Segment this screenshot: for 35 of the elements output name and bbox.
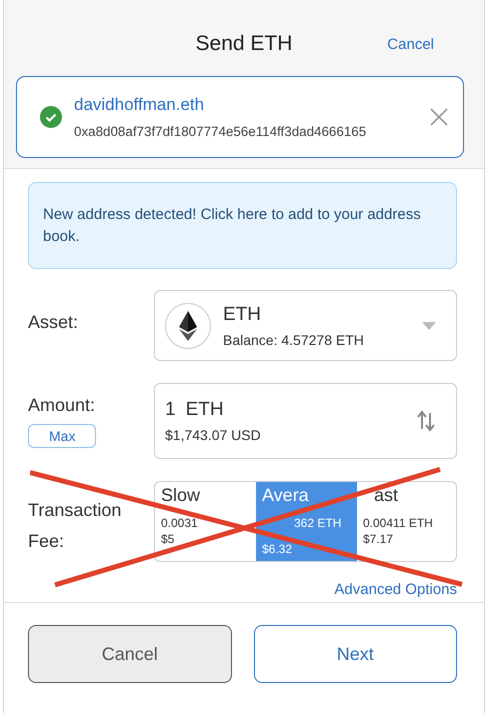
asset-label: Asset: xyxy=(28,312,78,333)
fee-speed: ast xyxy=(374,485,398,505)
fee-usd: $7.17 xyxy=(363,532,394,546)
fee-eth: 362 ETH xyxy=(294,516,342,530)
fee-usd: $5 xyxy=(161,532,174,546)
recipient-address: 0xa8d08af73f7df1807774e56e114ff3dad4666165 xyxy=(74,124,368,139)
cancel-button[interactable]: Cancel xyxy=(28,625,232,683)
caret-icon xyxy=(422,322,436,330)
swap-icon[interactable] xyxy=(416,409,436,433)
next-button[interactable]: Next xyxy=(254,625,457,683)
asset-dropdown[interactable]: ETH Balance: 4.57278 ETH xyxy=(154,290,457,361)
close-icon[interactable] xyxy=(429,107,449,127)
max-button[interactable]: Max xyxy=(28,424,96,448)
fiat-value: $1,743.07 USD xyxy=(165,427,262,443)
asset-symbol: ETH xyxy=(223,304,262,326)
cancel-link[interactable]: Cancel xyxy=(387,36,434,53)
window-title: Send ETH xyxy=(196,32,292,56)
fee-usd: $6.32 xyxy=(262,542,292,556)
fee-speed: Avera xyxy=(262,485,309,505)
ethereum-icon xyxy=(165,302,211,348)
fee-eth: 0.00411 ETH xyxy=(363,516,433,530)
amount-value: 1 xyxy=(165,399,176,421)
amount-label: Amount: xyxy=(28,395,96,416)
notice-banner[interactable]: New address detected! Click here to add to your address book. xyxy=(28,182,457,269)
fee-option[interactable]: Slow 0.0031 $5 xyxy=(155,482,256,561)
amount-field[interactable]: 1 ETH $1,743.07 USD xyxy=(154,383,457,459)
advanced-options-link[interactable]: Advanced Options xyxy=(334,581,457,598)
fee-option[interactable]: ast 0.00411 ETH $7.17 xyxy=(357,482,456,561)
fee-eth: 0.0031 xyxy=(161,516,198,530)
asset-balance: Balance: 4.57278 ETH xyxy=(223,332,365,348)
recipient-name: davidhoffman.eth xyxy=(74,95,206,115)
recipient-field[interactable]: davidhoffman.eth 0xa8d08af73f7df1807774e56e114ff3dad4666165 xyxy=(16,76,464,158)
amount-unit: ETH xyxy=(186,399,224,421)
fee-label: Transaction Fee: xyxy=(28,499,122,553)
fee-speed: Slow xyxy=(161,485,200,505)
